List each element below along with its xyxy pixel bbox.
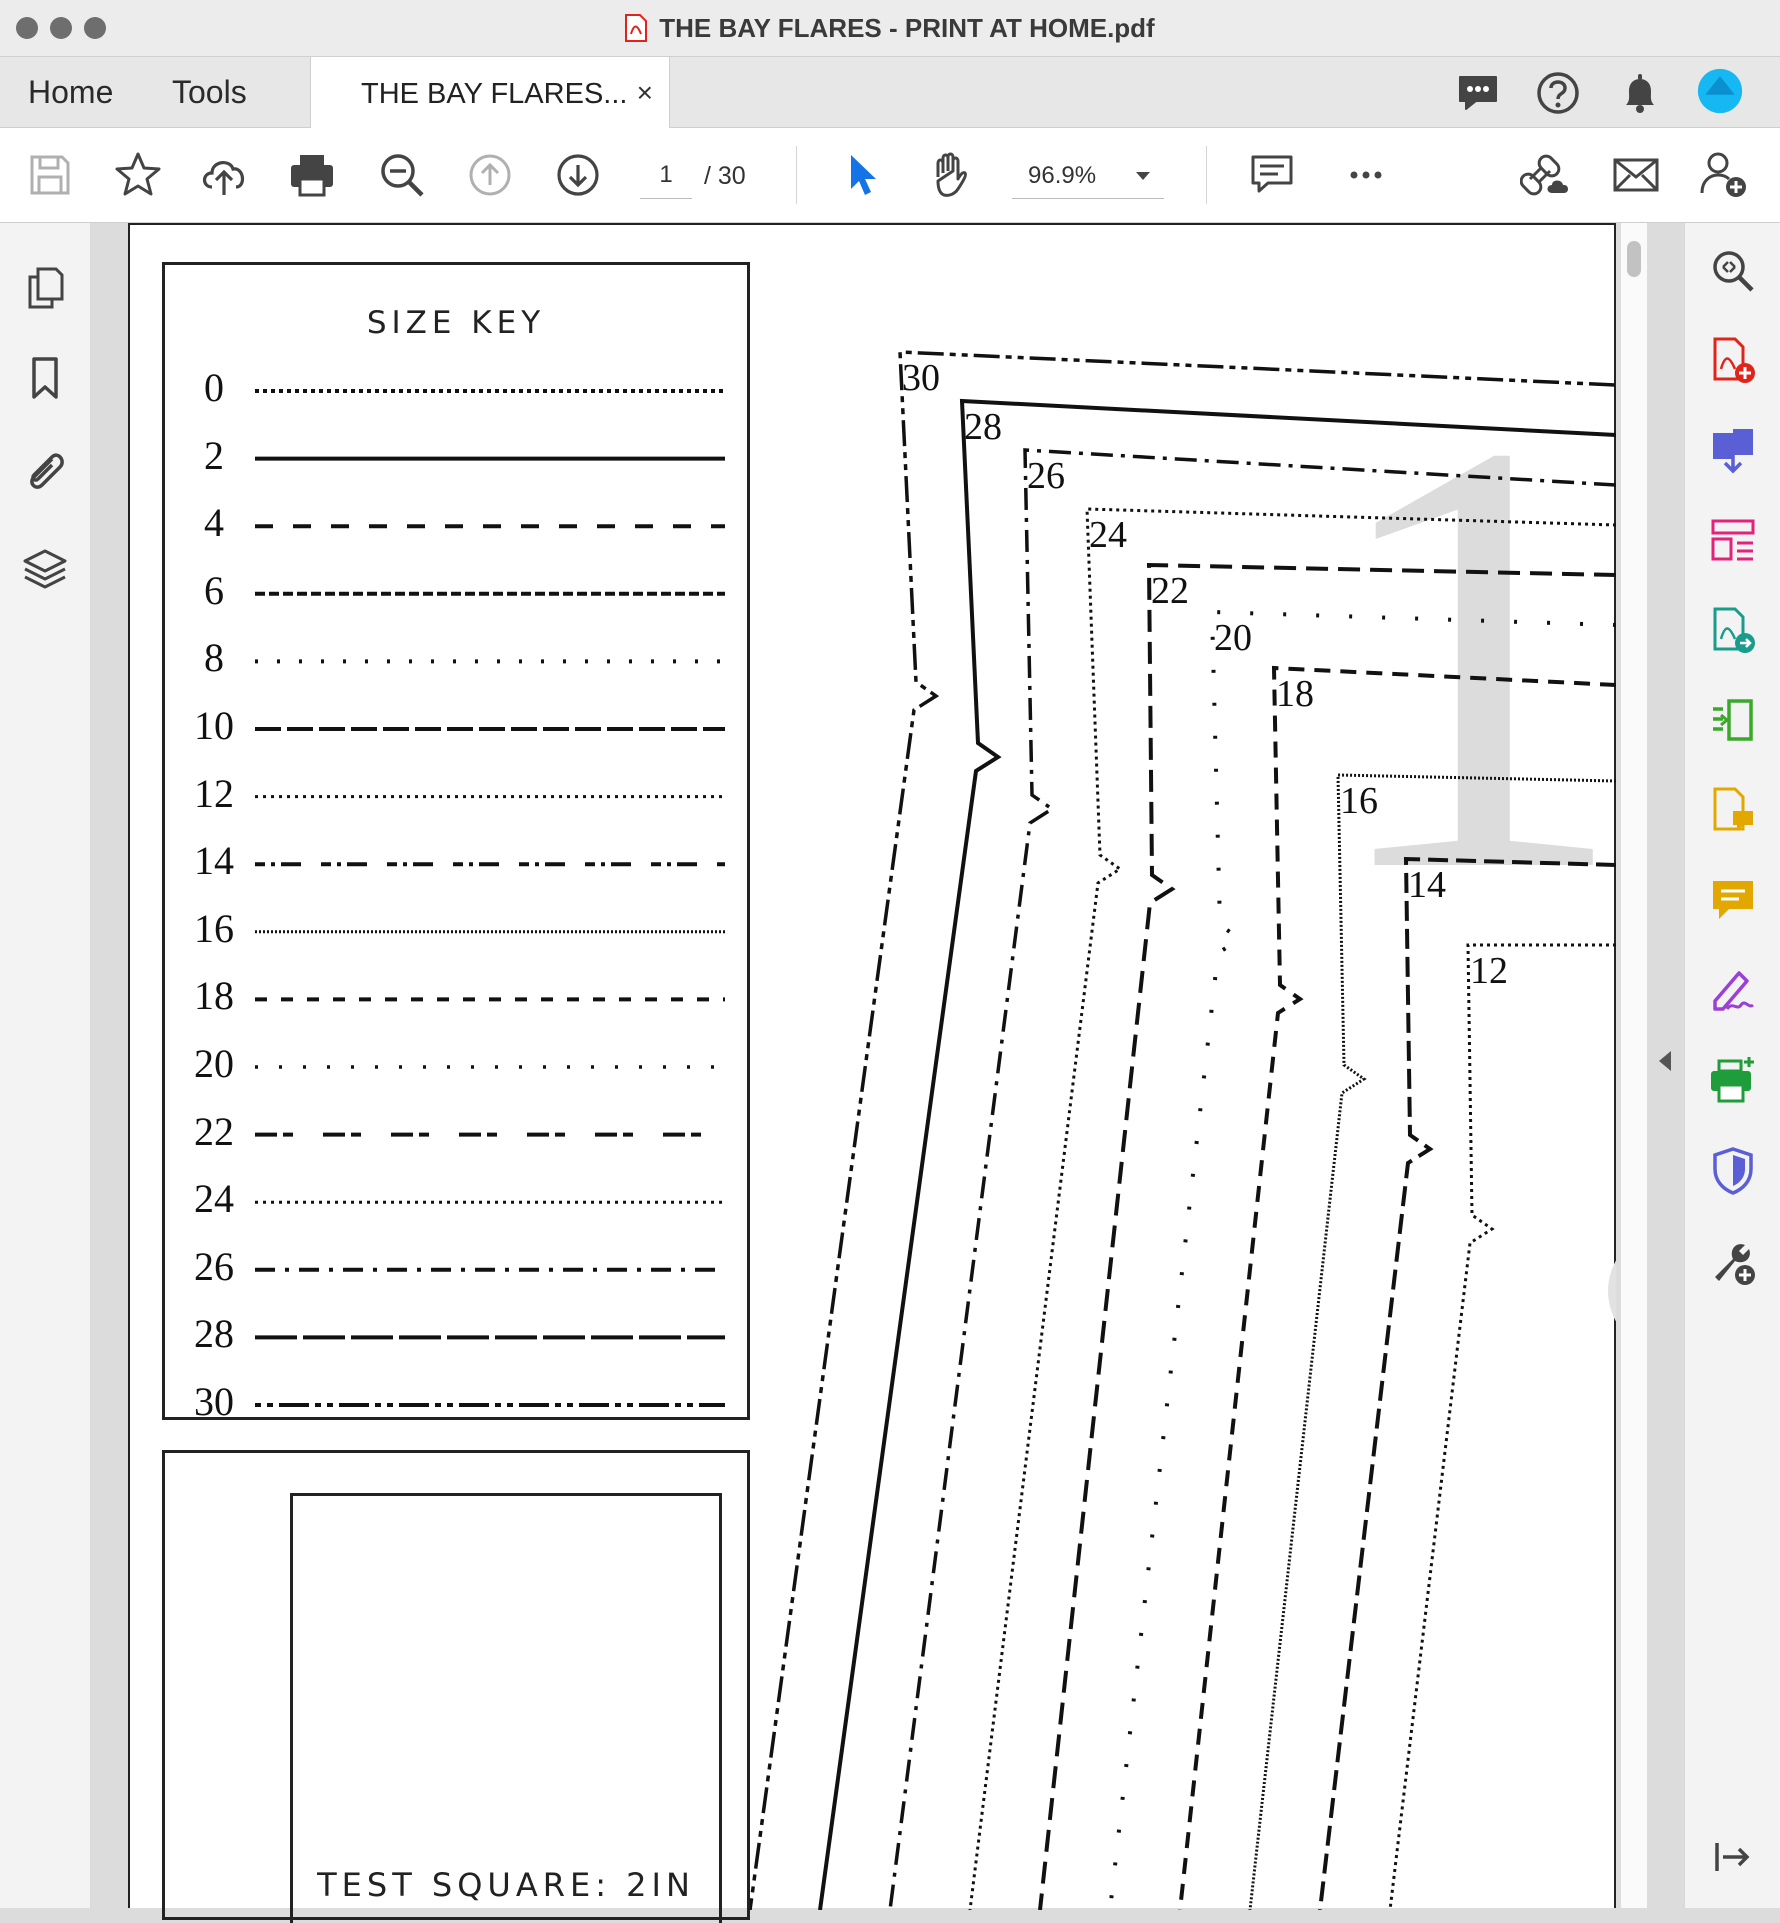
- test-square: TEST SQUARE: 2IN: [290, 1493, 722, 1923]
- notch-marker: [1480, 1275, 1600, 1321]
- hole-marker: [1608, 1260, 1616, 1322]
- comment-tool-icon[interactable]: [1707, 875, 1759, 927]
- pdf-page: SIZE KEY 0 2 4 6 8 10 12 14 16 18 20 22 24 26 28 30 TES…: [128, 223, 1616, 1923]
- edit-pdf-icon[interactable]: [1707, 785, 1759, 837]
- right-tools-rail: [1659, 223, 1780, 1908]
- bell-icon[interactable]: [1616, 69, 1664, 117]
- pattern-size-label: 12: [1470, 950, 1508, 992]
- size-key-number: 0: [204, 365, 224, 410]
- pattern-size-label: 28: [964, 406, 1002, 448]
- hand-icon[interactable]: [924, 149, 976, 201]
- size-key-number: 10: [194, 703, 234, 748]
- zoom-search-icon[interactable]: [1707, 245, 1759, 297]
- tab-tools[interactable]: Tools: [172, 57, 247, 127]
- page-down-icon[interactable]: [552, 149, 604, 201]
- profile-icon[interactable]: [1696, 67, 1744, 115]
- combine-files-icon[interactable]: [1707, 425, 1759, 477]
- email-icon[interactable]: [1610, 149, 1662, 201]
- size-key-number: 24: [194, 1176, 234, 1222]
- size-key-number: 26: [194, 1243, 234, 1289]
- test-square-panel: TEST SQUARE: 2IN: [162, 1450, 750, 1923]
- size-key-number: 28: [194, 1311, 234, 1357]
- title-bar: THE BAY FLARES - PRINT AT HOME.pdf: [0, 0, 1780, 57]
- page-up-icon[interactable]: [464, 149, 516, 201]
- expand-right-panel-icon[interactable]: [1659, 1051, 1671, 1071]
- size-key-number: 8: [204, 635, 224, 681]
- pattern-size-label: 30: [902, 357, 940, 399]
- protect-icon[interactable]: [1707, 1145, 1759, 1197]
- pdf-file-icon: [625, 14, 648, 42]
- page-number-watermark: 1: [1320, 314, 1616, 1000]
- upload-cloud-icon[interactable]: [198, 149, 250, 201]
- size-key-number: 18: [194, 973, 234, 1019]
- add-user-icon[interactable]: [1698, 149, 1750, 201]
- toolbar-divider: [1206, 146, 1207, 204]
- fill-sign-icon[interactable]: [1707, 965, 1759, 1017]
- pattern-size-label: 14: [1408, 864, 1446, 906]
- create-pdf-icon[interactable]: [1707, 335, 1759, 387]
- size-key-number: 22: [194, 1108, 234, 1154]
- pattern-size-label: 26: [1027, 455, 1065, 497]
- help-icon[interactable]: [1534, 69, 1582, 117]
- tab-document[interactable]: THE BAY FLARES... ×: [310, 57, 670, 128]
- bookmark-icon[interactable]: [20, 353, 70, 403]
- window-title: THE BAY FLARES - PRINT AT HOME.pdf: [0, 0, 1780, 56]
- vertical-scrollbar[interactable]: [1620, 223, 1647, 1908]
- pattern-size-label: 22: [1151, 570, 1189, 612]
- left-navigation-rail: [0, 223, 114, 1908]
- size-key-number: 4: [204, 500, 224, 546]
- pattern-size-label: 16: [1340, 780, 1378, 822]
- size-key-number: 16: [194, 905, 234, 951]
- size-key-number: 30: [194, 1379, 234, 1424]
- toolbar-divider: [796, 146, 797, 204]
- window-title-text: THE BAY FLARES - PRINT AT HOME.pdf: [659, 12, 1155, 43]
- tab-document-label: THE BAY FLARES...: [361, 78, 628, 110]
- compress-icon[interactable]: [1707, 695, 1759, 747]
- scrollbar-thumb[interactable]: [1627, 241, 1641, 277]
- pattern-drawing: 1 30 28 26 24 22 20 18 16 14 12: [750, 314, 1616, 1910]
- star-icon[interactable]: [112, 149, 164, 201]
- size-key-number: 6: [204, 567, 224, 613]
- pattern-line-size-12: [1388, 943, 1616, 1910]
- comment-icon[interactable]: [1246, 149, 1298, 201]
- tab-home[interactable]: Home: [28, 57, 113, 127]
- share-link-icon[interactable]: [1520, 149, 1572, 201]
- organize-pages-icon[interactable]: [1707, 515, 1759, 567]
- pattern-size-label: 20: [1214, 617, 1252, 659]
- print-production-icon[interactable]: [1707, 1055, 1759, 1107]
- page-total: / 30: [704, 162, 746, 190]
- size-key-number: 14: [194, 838, 234, 884]
- chevron-down-icon: [1136, 172, 1150, 180]
- tab-bar: Home Tools THE BAY FLARES... ×: [0, 57, 1780, 128]
- toolbar: 1 / 30 96.9%: [0, 128, 1780, 223]
- close-tab-button[interactable]: ×: [637, 57, 653, 129]
- pattern-size-label: 18: [1276, 673, 1314, 715]
- size-key-number: 12: [194, 770, 234, 816]
- zoom-value: 96.9%: [1028, 162, 1097, 189]
- zoom-select[interactable]: 96.9%: [1012, 152, 1164, 199]
- test-square-label: TEST SQUARE: 2IN: [317, 1866, 695, 1904]
- size-key-number: 20: [194, 1041, 234, 1086]
- zoom-out-icon[interactable]: [376, 149, 428, 201]
- size-key-number: 2: [204, 432, 224, 478]
- select-arrow-icon[interactable]: [838, 149, 890, 201]
- save-icon[interactable]: [24, 149, 76, 201]
- collapse-panel-icon[interactable]: [1707, 1831, 1759, 1883]
- attachment-icon[interactable]: [20, 445, 70, 495]
- more-tools-icon[interactable]: [1707, 1235, 1759, 1287]
- layers-icon[interactable]: [20, 543, 70, 593]
- chat-icon[interactable]: [1454, 69, 1502, 117]
- pages-icon[interactable]: [20, 263, 70, 313]
- export-pdf-icon[interactable]: [1707, 605, 1759, 657]
- more-icon[interactable]: [1340, 149, 1392, 201]
- pattern-size-label: 24: [1089, 514, 1127, 556]
- page-number-input[interactable]: 1: [640, 152, 692, 199]
- print-icon[interactable]: [286, 149, 338, 201]
